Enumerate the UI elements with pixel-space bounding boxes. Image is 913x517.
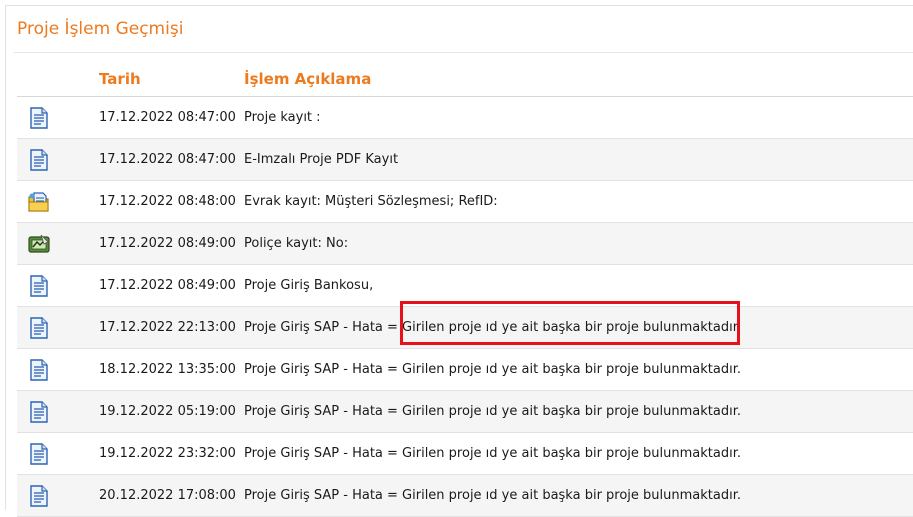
- row-description: E-Imzalı Proje PDF Kayıt: [244, 152, 399, 167]
- folder-document-icon[interactable]: [27, 190, 51, 214]
- row-date: 17.12.2022 08:48:00: [99, 194, 236, 209]
- table-row[interactable]: 17.12.2022 22:13:00 Proje Giriş SAP - Ha…: [17, 307, 913, 349]
- row-date: 17.12.2022 08:49:00: [99, 278, 236, 293]
- document-icon[interactable]: [27, 484, 51, 508]
- row-description: Proje Giriş SAP - Hata = Girilen proje ı…: [244, 320, 742, 335]
- table-row[interactable]: 17.12.2022 08:49:00 Poliçe kayıt: No:: [17, 223, 913, 265]
- document-icon[interactable]: [27, 358, 51, 382]
- history-panel: Proje İşlem Geçmişi Tarih İşlem Açıklama…: [5, 5, 913, 517]
- row-description: Proje Giriş Bankosu,: [244, 278, 374, 293]
- table-row[interactable]: 19.12.2022 23:32:00 Proje Giriş SAP - Ha…: [17, 433, 913, 475]
- document-icon[interactable]: [27, 316, 51, 340]
- table-header: Tarih İşlem Açıklama: [17, 54, 913, 97]
- column-header-date[interactable]: Tarih: [99, 70, 141, 88]
- table-row[interactable]: 17.12.2022 08:49:00 Proje Giriş Bankosu,: [17, 265, 913, 307]
- row-date: 20.12.2022 17:08:00: [99, 488, 236, 503]
- row-description: Proje kayıt :: [244, 110, 321, 125]
- document-icon[interactable]: [27, 274, 51, 298]
- table-row[interactable]: 17.12.2022 08:47:00 E-Imzalı Proje PDF K…: [17, 139, 913, 181]
- history-table: Tarih İşlem Açıklama 17.12.2022 08:47:00…: [17, 54, 913, 517]
- row-date: 17.12.2022 08:49:00: [99, 236, 236, 251]
- table-row[interactable]: 17.12.2022 08:48:00 Evrak kayıt: Müşteri…: [17, 181, 913, 223]
- title-divider: [14, 52, 913, 53]
- table-row[interactable]: 20.12.2022 17:08:00 Proje Giriş SAP - Ha…: [17, 475, 913, 517]
- column-header-description[interactable]: İşlem Açıklama: [244, 70, 371, 88]
- row-description: Proje Giriş SAP - Hata = Girilen proje ı…: [244, 488, 742, 503]
- document-icon[interactable]: [27, 148, 51, 172]
- row-date: 17.12.2022 08:47:00: [99, 152, 236, 167]
- row-description: Proje Giriş SAP - Hata = Girilen proje ı…: [244, 362, 742, 377]
- document-icon[interactable]: [27, 442, 51, 466]
- row-description: Poliçe kayıt: No:: [244, 236, 349, 251]
- table-row[interactable]: 17.12.2022 08:47:00 Proje kayıt :: [17, 97, 913, 139]
- table-row[interactable]: 18.12.2022 13:35:00 Proje Giriş SAP - Ha…: [17, 349, 913, 391]
- signed-policy-icon[interactable]: [27, 232, 51, 256]
- document-icon[interactable]: [27, 106, 51, 130]
- table-row[interactable]: 19.12.2022 05:19:00 Proje Giriş SAP - Ha…: [17, 391, 913, 433]
- row-description: Proje Giriş SAP - Hata = Girilen proje ı…: [244, 404, 742, 419]
- row-description: Proje Giriş SAP - Hata = Girilen proje ı…: [244, 446, 742, 461]
- row-description: Evrak kayıt: Müşteri Sözleşmesi; RefID:: [244, 194, 498, 209]
- panel-title: Proje İşlem Geçmişi: [17, 19, 184, 39]
- row-date: 19.12.2022 23:32:00: [99, 446, 236, 461]
- document-icon[interactable]: [27, 400, 51, 424]
- row-date: 17.12.2022 08:47:00: [99, 110, 236, 125]
- row-date: 17.12.2022 22:13:00: [99, 320, 236, 335]
- row-date: 19.12.2022 05:19:00: [99, 404, 236, 419]
- row-date: 18.12.2022 13:35:00: [99, 362, 236, 377]
